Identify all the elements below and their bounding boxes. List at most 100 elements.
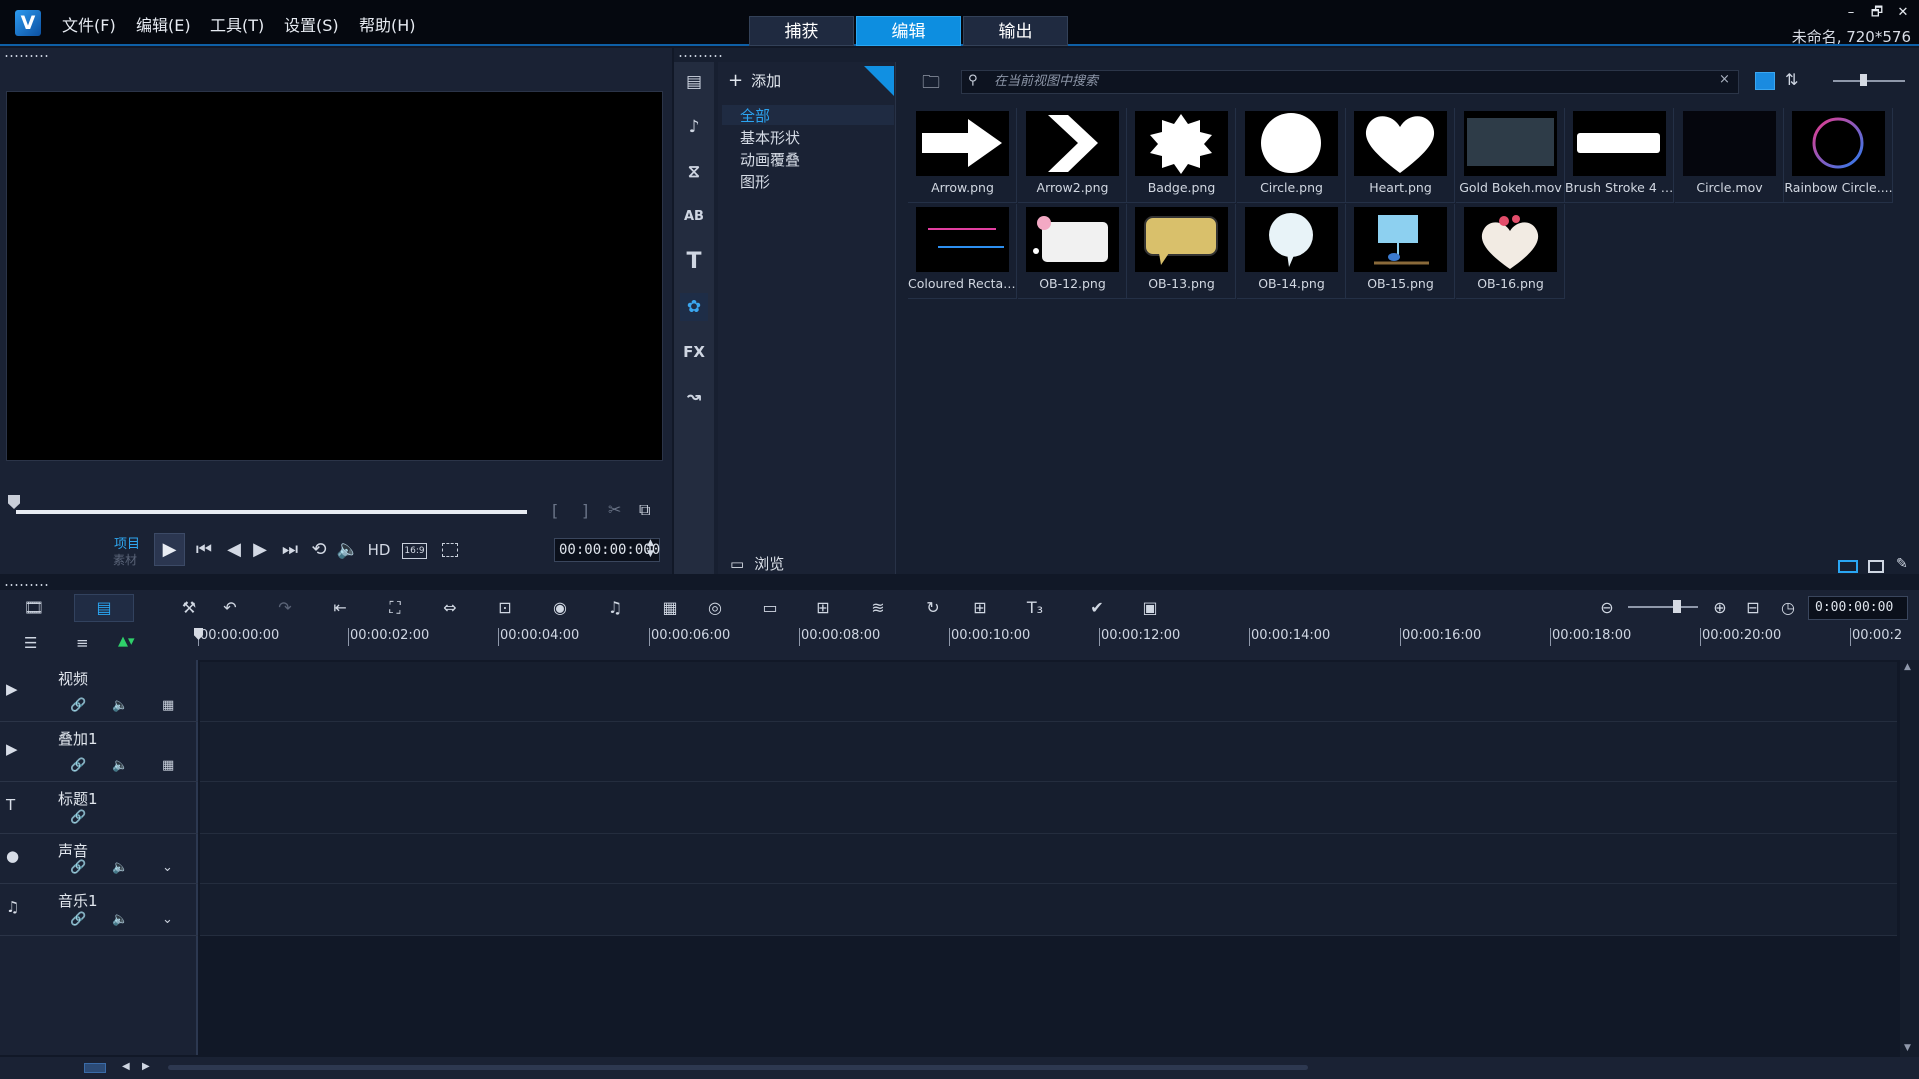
panel-grip[interactable] bbox=[4, 583, 50, 587]
video-check-icon[interactable]: ✔ bbox=[1084, 596, 1110, 620]
track-lane[interactable] bbox=[200, 722, 1897, 782]
browse-button[interactable]: ▭ 浏览 bbox=[730, 553, 784, 574]
crop-icon[interactable]: ⛶ bbox=[382, 596, 408, 620]
tab-capture[interactable]: 捕获 bbox=[749, 16, 854, 46]
timeline-timecode[interactable]: 0:00:00:00 bbox=[1808, 596, 1908, 620]
to-end-icon[interactable]: ⏭ bbox=[278, 538, 302, 562]
transition-icon[interactable]: ⧖ bbox=[680, 158, 708, 186]
text-icon[interactable]: T bbox=[680, 248, 708, 276]
expand-icon[interactable]: ⌄ bbox=[162, 860, 173, 875]
menu-settings[interactable]: 设置(S) bbox=[284, 12, 339, 36]
multicam-icon[interactable]: ▦ bbox=[657, 596, 683, 620]
panel-grip[interactable] bbox=[678, 54, 724, 58]
to-start-icon[interactable]: ⏮ bbox=[192, 538, 216, 562]
expand-icon[interactable]: ⌄ bbox=[162, 912, 173, 927]
track-manager-icon[interactable]: ☰ bbox=[24, 634, 37, 652]
music-track-icon[interactable]: ♫ bbox=[6, 898, 19, 916]
sort-icon[interactable]: ⇅ bbox=[1785, 70, 1798, 89]
aspect-ratio-button[interactable]: 16:9 bbox=[402, 543, 427, 559]
scroll-right-icon[interactable]: ▶ bbox=[142, 1061, 150, 1072]
folder-animated-overlays[interactable]: 动画覆叠 bbox=[740, 149, 800, 170]
library-item[interactable]: OB-13.png bbox=[1127, 204, 1236, 299]
zoom-in-icon[interactable]: ⊕ bbox=[1707, 596, 1733, 620]
library-item[interactable]: Brush Stroke 4 L... bbox=[1565, 108, 1674, 203]
add-track-icon[interactable]: ≡ bbox=[76, 634, 89, 652]
add-folder-button[interactable]: + 添加 bbox=[728, 70, 781, 91]
mask-icon[interactable]: ⊞ bbox=[967, 596, 993, 620]
enlarge-preview-icon[interactable]: ⧉ bbox=[639, 500, 650, 520]
track-volume-icon[interactable]: 🔈 bbox=[112, 912, 128, 927]
clear-search-icon[interactable]: × bbox=[1719, 72, 1735, 90]
title-icon[interactable]: AB bbox=[680, 203, 708, 231]
zoom-handle[interactable] bbox=[1673, 600, 1681, 613]
volume-icon[interactable]: 🔈 bbox=[336, 538, 360, 562]
project-mode-label[interactable]: 项目 bbox=[114, 533, 140, 552]
chapter-point-icon[interactable]: ▲▾ bbox=[118, 634, 135, 649]
library-item[interactable]: OB-15.png bbox=[1346, 204, 1455, 299]
library-item[interactable]: OB-14.png bbox=[1237, 204, 1346, 299]
track-lane[interactable] bbox=[200, 782, 1897, 834]
view-mode-icon[interactable] bbox=[1838, 560, 1858, 573]
track-header[interactable]: ♫ 音乐1 🔗 🔈 ⌄ bbox=[0, 884, 198, 936]
restore-icon[interactable]: 🗗 bbox=[1866, 5, 1888, 21]
zoom-out-icon[interactable]: ⊖ bbox=[1594, 596, 1620, 620]
hd-toggle[interactable]: HD bbox=[364, 538, 394, 562]
redo-icon[interactable]: ↷ bbox=[272, 596, 298, 620]
scroll-up-icon[interactable]: ▲ bbox=[1904, 662, 1911, 672]
track-header[interactable]: T 标题1 🔗 bbox=[0, 782, 198, 834]
library-item[interactable]: Arrow2.png bbox=[1018, 108, 1127, 203]
fit-timeline-icon[interactable]: ⇤ bbox=[327, 596, 353, 620]
library-item[interactable]: Rainbow Circle.... bbox=[1784, 108, 1893, 203]
split-icon[interactable]: ⊡ bbox=[492, 596, 518, 620]
toolbox-icon[interactable]: ⚒ bbox=[176, 596, 202, 620]
audio-mixer-icon[interactable]: ♫ bbox=[602, 596, 628, 620]
track-volume-icon[interactable]: 🔈 bbox=[112, 860, 128, 875]
menu-file[interactable]: 文件(F) bbox=[62, 12, 116, 36]
minimize-icon[interactable]: – bbox=[1840, 5, 1862, 21]
subtitle-icon[interactable]: ▭ bbox=[757, 596, 783, 620]
clip-mode-label[interactable]: 素材 bbox=[113, 551, 137, 568]
track-volume-icon[interactable]: 🔈 bbox=[112, 698, 128, 713]
tab-share[interactable]: 输出 bbox=[963, 16, 1068, 46]
link-icon[interactable]: 🔗 bbox=[70, 698, 86, 713]
clock-icon[interactable]: ◷ bbox=[1775, 596, 1801, 620]
mark-out-icon[interactable]: ] bbox=[582, 501, 588, 520]
screen-capture-icon[interactable]: ▣ bbox=[1137, 596, 1163, 620]
scroll-thumb[interactable] bbox=[168, 1065, 1308, 1070]
timecode-stepper-icon[interactable]: ▲ ▼ bbox=[647, 538, 654, 560]
fx-icon[interactable]: FX bbox=[680, 338, 708, 366]
instant-project-icon[interactable]: ♪ bbox=[680, 113, 708, 141]
video-track-icon[interactable]: ▶ bbox=[6, 680, 18, 698]
record-icon[interactable]: ◉ bbox=[547, 596, 573, 620]
library-item[interactable]: Heart.png bbox=[1346, 108, 1455, 203]
track-grid-icon[interactable]: ▦ bbox=[162, 758, 174, 773]
link-icon[interactable]: 🔗 bbox=[70, 912, 86, 927]
undo-icon[interactable]: ↶ bbox=[217, 596, 243, 620]
library-item[interactable]: OB-16.png bbox=[1456, 204, 1565, 299]
track-volume-icon[interactable]: 🔈 bbox=[112, 758, 128, 773]
edit-icon[interactable]: ✎ bbox=[1896, 556, 1908, 572]
menu-tools[interactable]: 工具(T) bbox=[210, 12, 264, 36]
track-grid-icon[interactable]: ▦ bbox=[162, 698, 174, 713]
library-item[interactable]: Gold Bokeh.mov bbox=[1456, 108, 1565, 203]
list-view-icon[interactable] bbox=[1755, 72, 1775, 90]
path-icon[interactable]: ↝ bbox=[680, 383, 708, 411]
panel-grip[interactable] bbox=[4, 54, 50, 58]
folder-all[interactable]: 全部 bbox=[740, 105, 770, 126]
overlay-track-icon[interactable]: ▶ bbox=[6, 740, 18, 758]
folder-graphics[interactable]: 图形 bbox=[740, 171, 770, 192]
library-item[interactable]: Circle.mov bbox=[1675, 108, 1784, 203]
menu-help[interactable]: 帮助(H) bbox=[359, 12, 416, 36]
import-folder-icon[interactable]: 🗀 bbox=[922, 70, 940, 100]
ripple-icon[interactable]: ⇔ bbox=[437, 596, 463, 620]
next-frame-icon[interactable]: ▶ bbox=[248, 538, 272, 562]
timeline-ruler[interactable] bbox=[196, 626, 1919, 660]
repeat-icon[interactable]: ⟲ bbox=[307, 538, 331, 562]
library-item[interactable]: Circle.png bbox=[1237, 108, 1346, 203]
link-icon[interactable]: 🔗 bbox=[70, 810, 86, 825]
library-item[interactable]: Arrow.png bbox=[908, 108, 1017, 203]
scroll-zoom-icon[interactable] bbox=[84, 1063, 106, 1073]
library-item[interactable]: Coloured Rectan... bbox=[908, 204, 1017, 299]
track-lane[interactable] bbox=[200, 884, 1897, 936]
vertical-scrollbar[interactable] bbox=[1900, 660, 1919, 1057]
